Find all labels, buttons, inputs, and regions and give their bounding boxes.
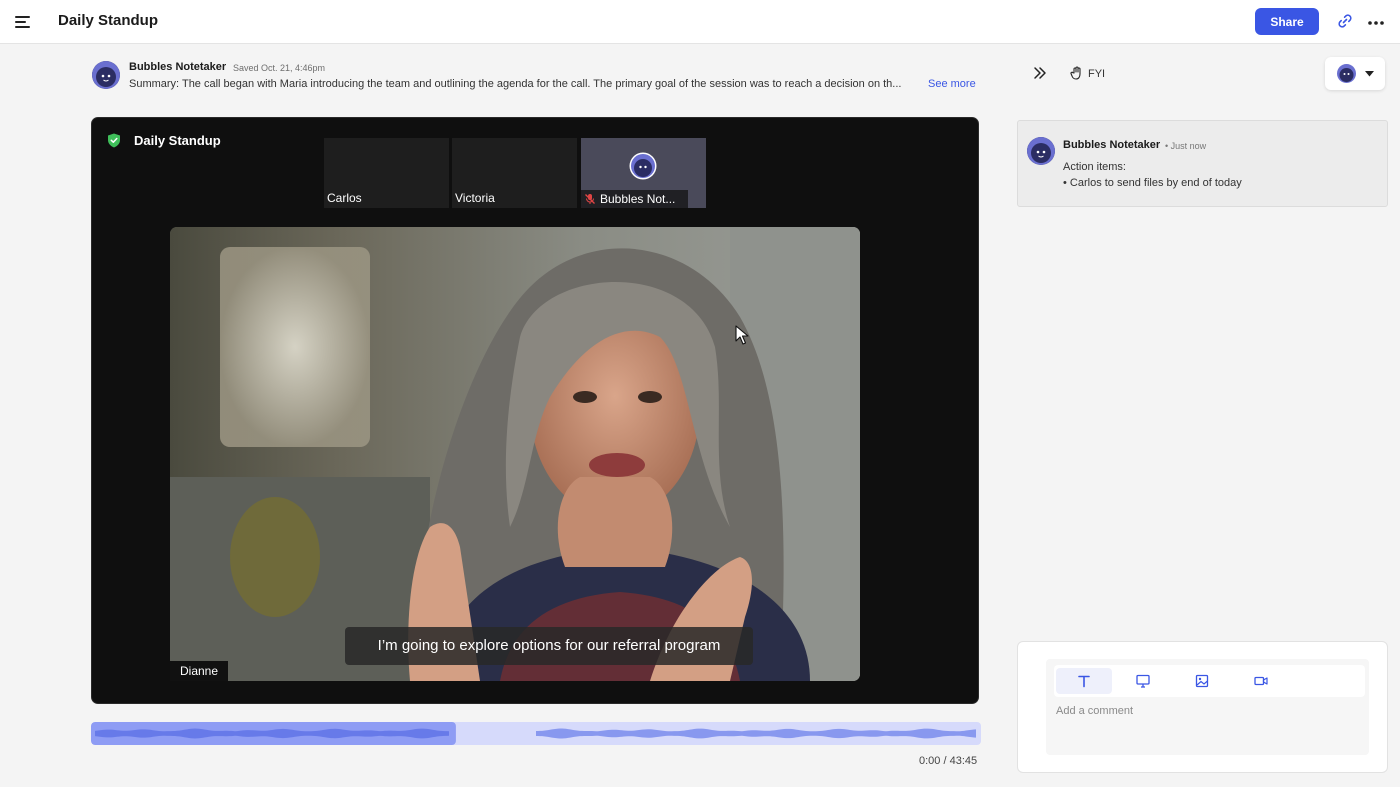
video-tool-button[interactable] <box>1233 668 1289 694</box>
user-avatar <box>1337 64 1356 83</box>
page-title: Daily Standup <box>58 12 159 29</box>
comment-timestamp: • Just now <box>1165 141 1207 151</box>
participant-name-row: Bubbles Not... <box>581 190 688 208</box>
comment-text-heading: Action items: <box>1063 161 1126 173</box>
mouse-cursor-icon <box>735 325 749 345</box>
text-tool-button[interactable] <box>1056 668 1112 694</box>
participant-tile[interactable]: Carlos <box>324 138 449 208</box>
shield-icon <box>108 133 120 148</box>
speaker-name-label: Dianne <box>170 661 228 681</box>
mic-off-icon <box>585 194 595 204</box>
fyi-button[interactable]: FYI <box>1070 66 1105 80</box>
comment-author: Bubbles Notetaker <box>1063 139 1161 151</box>
participant-name: Victoria <box>455 191 495 205</box>
audio-waveform-scrubber[interactable] <box>91 722 981 745</box>
wave-hand-icon <box>1070 66 1081 80</box>
screen-icon <box>1136 674 1150 688</box>
comment-author-avatar <box>1027 137 1055 165</box>
text-icon <box>1078 675 1090 688</box>
waveform-graphic <box>91 722 976 745</box>
image-icon <box>1195 674 1209 688</box>
caret-down-icon <box>1365 71 1374 77</box>
waveform-unplayed-shape <box>536 728 976 739</box>
share-button[interactable]: Share <box>1255 8 1319 35</box>
link-icon[interactable] <box>1336 12 1354 30</box>
comment-card[interactable]: Bubbles Notetaker • Just now Action item… <box>1017 120 1388 207</box>
top-bar: Daily Standup Share <box>0 0 1400 44</box>
participant-name: Bubbles Not... <box>600 192 676 206</box>
summary-author: Bubbles Notetaker <box>129 61 227 73</box>
video-icon <box>1254 676 1268 686</box>
playback-time: 0:00 / 43:45 <box>919 755 978 767</box>
fyi-label: FYI <box>1088 68 1106 80</box>
composer-toolbar <box>1054 665 1365 697</box>
image-tool-button[interactable] <box>1174 668 1230 694</box>
live-caption: I’m going to explore options for our ref… <box>345 627 753 665</box>
see-more-link[interactable]: See more <box>928 78 976 90</box>
account-menu[interactable] <box>1325 57 1385 90</box>
participant-name: Carlos <box>327 191 362 205</box>
participant-tile-notetaker[interactable]: Bubbles Not... <box>581 138 706 208</box>
menu-icon[interactable] <box>14 13 32 31</box>
participant-tile[interactable]: Victoria <box>452 138 577 208</box>
notetaker-avatar <box>629 152 657 180</box>
collapse-panel-icon[interactable] <box>1033 66 1047 80</box>
summary-text: Summary: The call began with Maria intro… <box>129 78 902 90</box>
speaker-video-frame <box>170 227 860 681</box>
more-options-icon[interactable] <box>1367 13 1385 31</box>
video-call-panel: Daily Standup Carlos Victoria Bubbles No… <box>91 117 979 704</box>
call-title: Daily Standup <box>134 133 221 148</box>
comment-text-item: • Carlos to send files by end of today <box>1063 177 1242 189</box>
active-speaker-video[interactable] <box>170 227 860 681</box>
notetaker-avatar <box>92 61 120 89</box>
summary-saved-time: Saved Oct. 21, 4:46pm <box>233 63 326 73</box>
composer-box <box>1046 659 1369 755</box>
comment-composer <box>1017 641 1388 773</box>
comment-input[interactable] <box>1056 705 1356 717</box>
screen-tool-button[interactable] <box>1115 668 1171 694</box>
